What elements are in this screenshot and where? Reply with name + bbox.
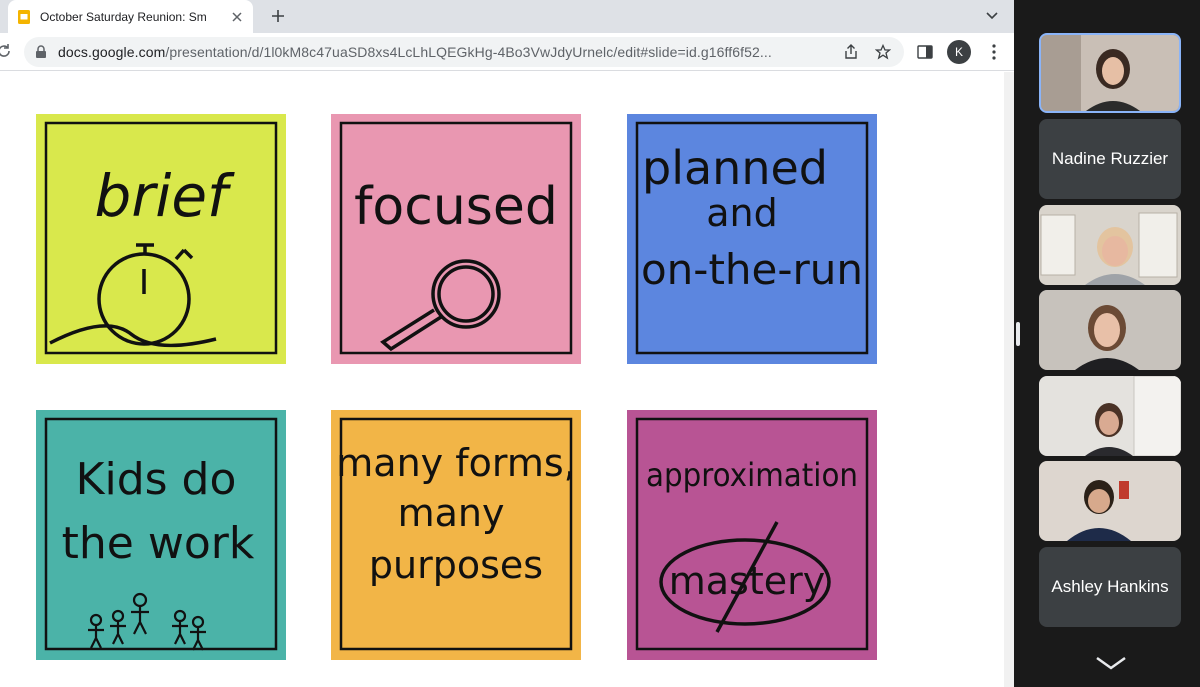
note-text: approximation bbox=[646, 456, 858, 494]
url-host: docs.google.com bbox=[58, 44, 166, 60]
participant-video-icon bbox=[1039, 205, 1181, 285]
participant-name: Ashley Hankins bbox=[1051, 577, 1169, 596]
participant-name-tile[interactable]: Nadine Ruzzier bbox=[1039, 119, 1181, 199]
note-text: many bbox=[398, 491, 505, 535]
sticky-note-approximation: approximation mastery bbox=[627, 410, 877, 660]
participant-video-tile[interactable] bbox=[1039, 461, 1181, 541]
reload-icon[interactable] bbox=[0, 43, 12, 59]
more-menu-icon[interactable] bbox=[984, 42, 1004, 62]
participant-video-tile[interactable] bbox=[1039, 376, 1181, 456]
note-text: Kids do bbox=[76, 454, 237, 505]
note-text: brief bbox=[95, 162, 235, 230]
url-path: /presentation/d/1l0kM8c47uaSD8xs4LcLhLQE… bbox=[165, 44, 772, 60]
sticky-note-focused: focused bbox=[331, 114, 581, 364]
new-tab-icon[interactable] bbox=[266, 4, 290, 28]
tab-slides[interactable]: October Saturday Reunion: Sm bbox=[8, 0, 253, 33]
participant-video-tile[interactable] bbox=[1039, 33, 1181, 113]
note-text: mastery bbox=[669, 559, 826, 603]
note-text: on-the-run bbox=[641, 245, 863, 294]
participant-video-tile[interactable] bbox=[1039, 205, 1181, 285]
slide-canvas: brief focused planned and on-the-run Kid… bbox=[0, 72, 1004, 687]
participant-video-icon bbox=[1039, 290, 1181, 370]
browser-window: October Saturday Reunion: Sm docs.google… bbox=[0, 0, 1014, 687]
share-icon[interactable] bbox=[842, 43, 860, 61]
address-bar[interactable]: docs.google.com/presentation/d/1l0kM8c47… bbox=[24, 37, 904, 67]
sticky-note-forms: many forms, many purposes bbox=[331, 410, 581, 660]
tab-title: October Saturday Reunion: Sm bbox=[40, 9, 207, 24]
sticky-note-kids: Kids do the work bbox=[36, 410, 286, 660]
participant-name-tile[interactable]: Ashley Hankins bbox=[1039, 547, 1181, 627]
chevron-down-icon[interactable] bbox=[982, 6, 1002, 26]
vertical-scrollbar[interactable] bbox=[1004, 72, 1014, 687]
participant-video-icon bbox=[1039, 461, 1181, 541]
panel-resize-handle[interactable] bbox=[1016, 322, 1020, 346]
bookmark-star-icon[interactable] bbox=[874, 43, 892, 61]
profile-avatar[interactable]: K bbox=[947, 40, 971, 64]
note-text: focused bbox=[354, 177, 558, 237]
side-panel-icon[interactable] bbox=[915, 42, 935, 62]
browser-toolbar: docs.google.com/presentation/d/1l0kM8c47… bbox=[0, 33, 1014, 71]
participant-video-icon bbox=[1041, 35, 1179, 111]
meet-participants-panel: Nadine Ruzzier Ashley Hankins bbox=[1014, 0, 1200, 687]
sticky-note-planned: planned and on-the-run bbox=[627, 114, 877, 364]
close-tab-icon[interactable] bbox=[229, 9, 245, 25]
note-text: purposes bbox=[369, 543, 543, 587]
slides-favicon-icon bbox=[18, 9, 30, 24]
chevron-down-icon[interactable] bbox=[1094, 654, 1128, 674]
note-text: planned bbox=[642, 141, 828, 195]
url-text: docs.google.com/presentation/d/1l0kM8c47… bbox=[58, 44, 838, 60]
participant-video-icon bbox=[1039, 376, 1181, 456]
note-text: many forms, bbox=[336, 441, 575, 485]
sticky-note-brief: brief bbox=[36, 114, 286, 364]
participant-video-tile[interactable] bbox=[1039, 290, 1181, 370]
note-text: and bbox=[706, 191, 778, 235]
tab-strip: October Saturday Reunion: Sm bbox=[0, 0, 1014, 33]
note-text: the work bbox=[62, 518, 255, 569]
note-background bbox=[36, 114, 286, 364]
participant-name: Nadine Ruzzier bbox=[1051, 149, 1169, 168]
lock-icon bbox=[36, 45, 46, 58]
